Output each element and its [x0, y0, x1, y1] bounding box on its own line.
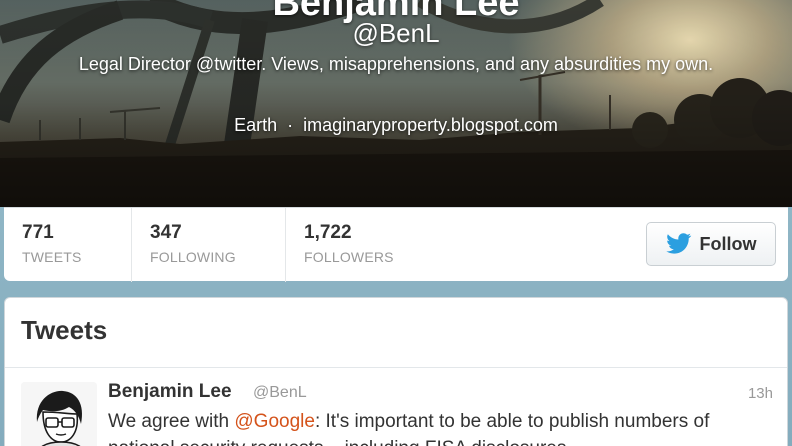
profile-header: Benjamin Lee @BenL Legal Director @twitt… [0, 0, 792, 207]
profile-stats-bar: 771 TWEETS 347 FOLLOWING 1,722 FOLLOWERS… [4, 207, 788, 282]
stat-following-value: 347 [150, 222, 182, 243]
profile-location: Earth [234, 115, 278, 135]
stat-tweets-label: TWEETS [22, 249, 82, 265]
tweets-heading: Tweets [21, 315, 108, 345]
tweet-text: We agree with @Google: It's important to… [108, 408, 768, 446]
follow-button[interactable]: Follow [646, 222, 776, 266]
tweet-text-start: We agree with [108, 411, 235, 432]
profile-website-link[interactable]: imaginaryproperty.blogspot.com [303, 115, 558, 135]
stat-followers-label: FOLLOWERS [304, 249, 394, 265]
tweets-panel: Tweets Benjamin Lee @BenL 13h We agree w… [4, 297, 788, 446]
profile-handle: @BenL [352, 18, 440, 48]
tweet-timestamp[interactable]: 13h [748, 385, 773, 402]
stat-tweets-value: 771 [22, 222, 54, 243]
profile-meta: Earth · imaginaryproperty.blogspot.com [0, 115, 792, 136]
stat-following-label: FOLLOWING [150, 249, 236, 265]
stat-followers-value: 1,722 [304, 222, 352, 243]
tweet-item[interactable]: Benjamin Lee @BenL 13h We agree with @Go… [5, 368, 787, 446]
meta-separator: · [287, 115, 294, 135]
stat-following[interactable]: 347 FOLLOWING [131, 208, 285, 282]
stat-followers[interactable]: 1,722 FOLLOWERS [285, 208, 445, 282]
tweet-author-handle[interactable]: @BenL [253, 384, 307, 402]
profile-bio: Legal Director @twitter. Views, misappre… [78, 54, 714, 74]
follow-button-label: Follow [699, 233, 757, 254]
stat-tweets[interactable]: 771 TWEETS [4, 208, 131, 282]
twitter-bird-icon [665, 233, 691, 254]
avatar-drawing-icon [21, 382, 97, 446]
tweet-mention-link[interactable]: @Google [234, 411, 315, 432]
avatar[interactable] [21, 382, 97, 446]
tweet-author-name[interactable]: Benjamin Lee [108, 381, 232, 403]
